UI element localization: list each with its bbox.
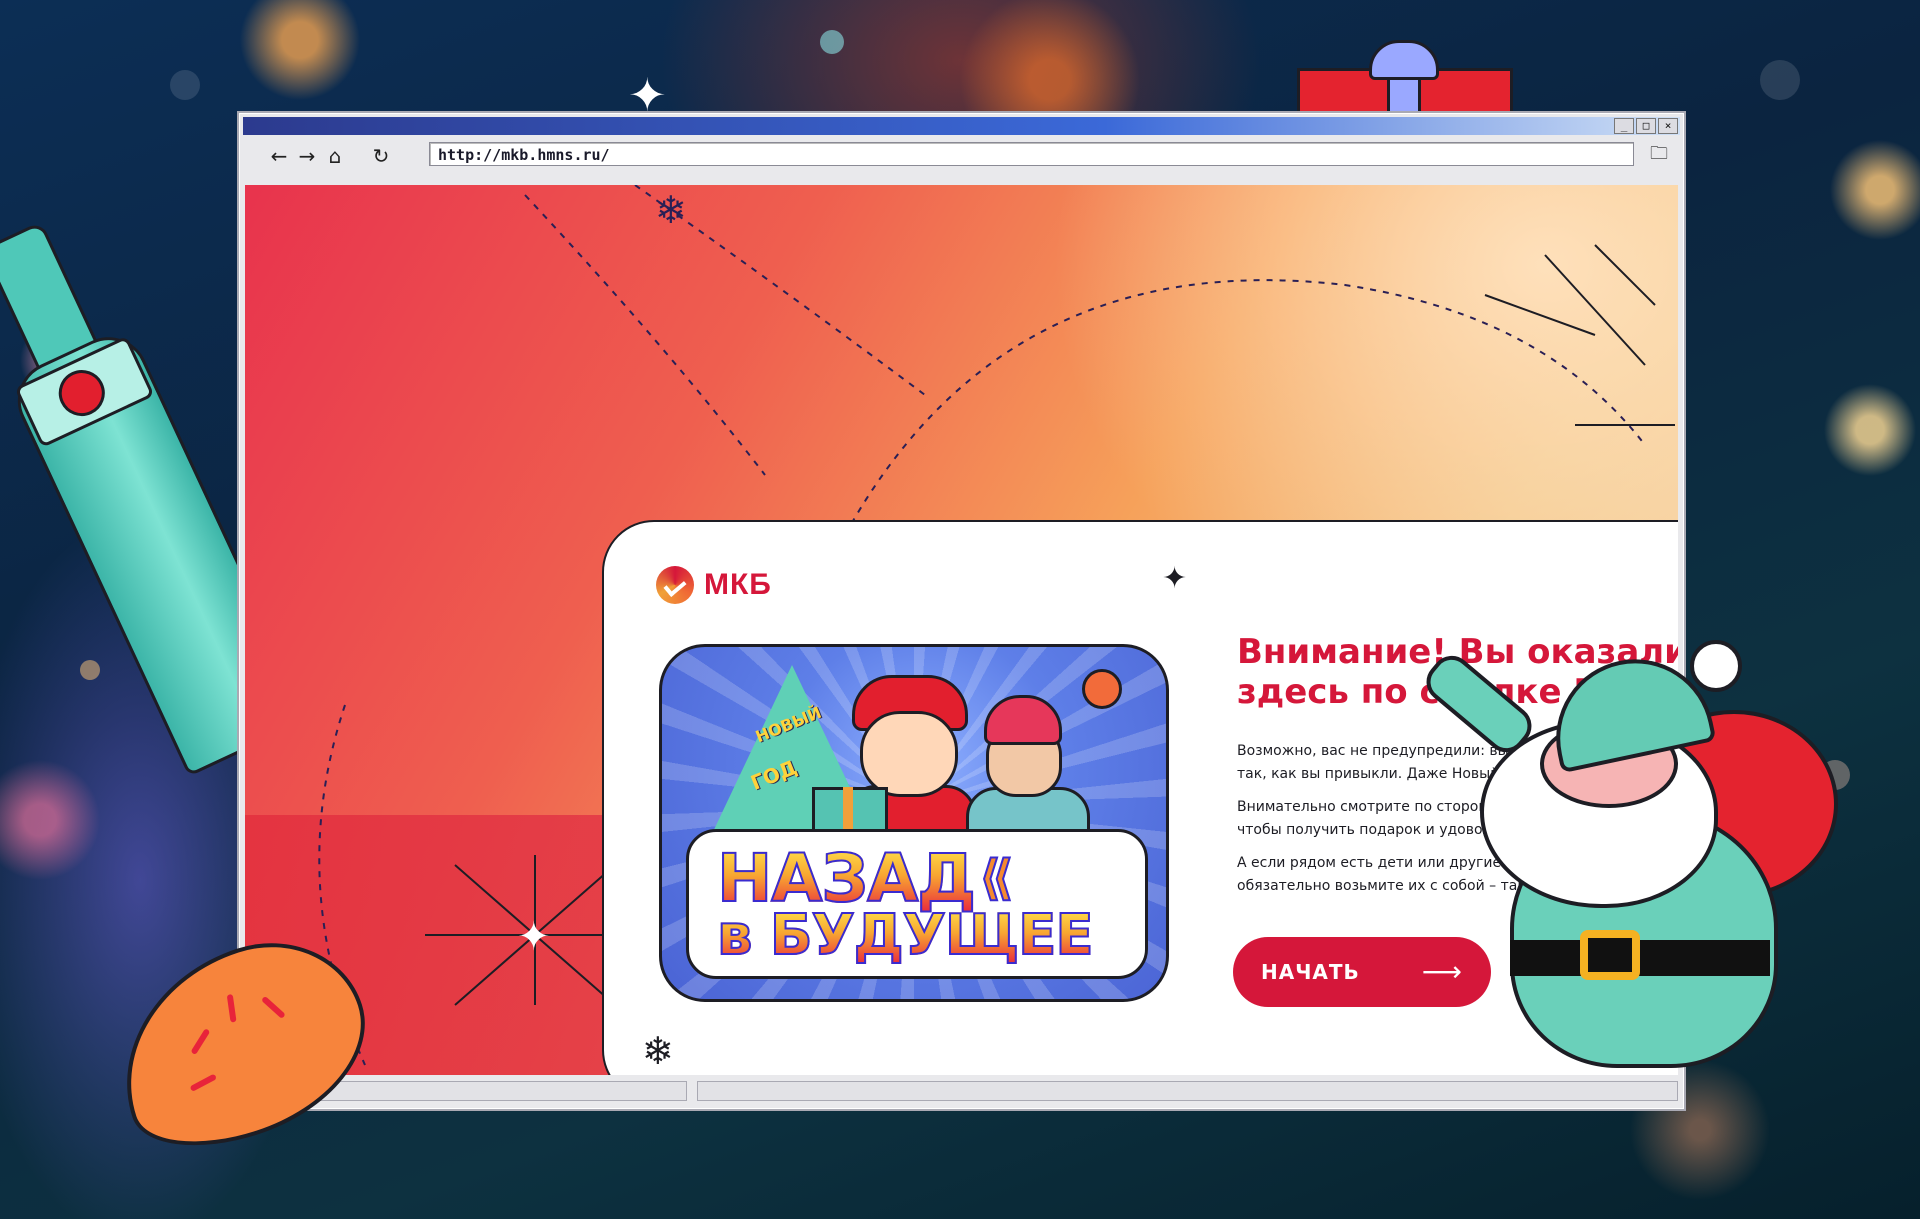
logo-text: МКБ — [704, 568, 772, 601]
back-arrow-icon[interactable]: ← — [265, 142, 293, 170]
flying-mandarin — [1082, 669, 1122, 709]
start-button-label: НАЧАТЬ — [1261, 960, 1360, 984]
promo-illustration: НОВЫЙ ГОД НАЗАД ⟪ в БУДУЩЕЕ — [659, 644, 1169, 1002]
promo-title-plate: НАЗАД ⟪ в БУДУЩЕЕ — [686, 829, 1148, 979]
address-bar[interactable]: http://mkb.hmns.ru/ — [429, 142, 1634, 166]
browser-toolbar: ← → ⌂ ↻ http://mkb.hmns.ru/ 🗀 — [243, 139, 1680, 173]
bokeh-light — [170, 70, 200, 100]
bokeh-light — [1760, 60, 1800, 100]
promo-title-line-2: в БУДУЩЕЕ — [716, 903, 1095, 968]
snowflake-icon: ❄ — [655, 188, 687, 232]
maximize-button[interactable]: □ — [1636, 118, 1656, 134]
close-button[interactable]: × — [1658, 118, 1678, 134]
sparkle-icon: ✦ — [517, 914, 551, 960]
gift-box-decoration — [1297, 40, 1513, 144]
snowflake-icon: ❄ — [642, 1029, 674, 1073]
old-man-character — [966, 695, 1090, 863]
bokeh-light — [820, 30, 844, 54]
bokeh-light — [80, 660, 100, 680]
reload-icon[interactable]: ↻ — [367, 142, 395, 170]
santa-claus-illustration — [1418, 640, 1860, 1100]
arrow-tree-icon: ⟪ — [978, 850, 1015, 906]
sparkle-icon: ✦ — [1162, 561, 1188, 596]
folder-icon[interactable]: 🗀 — [1644, 141, 1674, 167]
title-bar: _ □ × — [243, 117, 1680, 135]
mkb-logo: МКБ — [656, 566, 772, 604]
minimize-button[interactable]: _ — [1614, 118, 1634, 134]
forward-arrow-icon[interactable]: → — [293, 142, 321, 170]
home-icon[interactable]: ⌂ — [321, 142, 349, 170]
mkb-logo-icon — [656, 566, 694, 604]
